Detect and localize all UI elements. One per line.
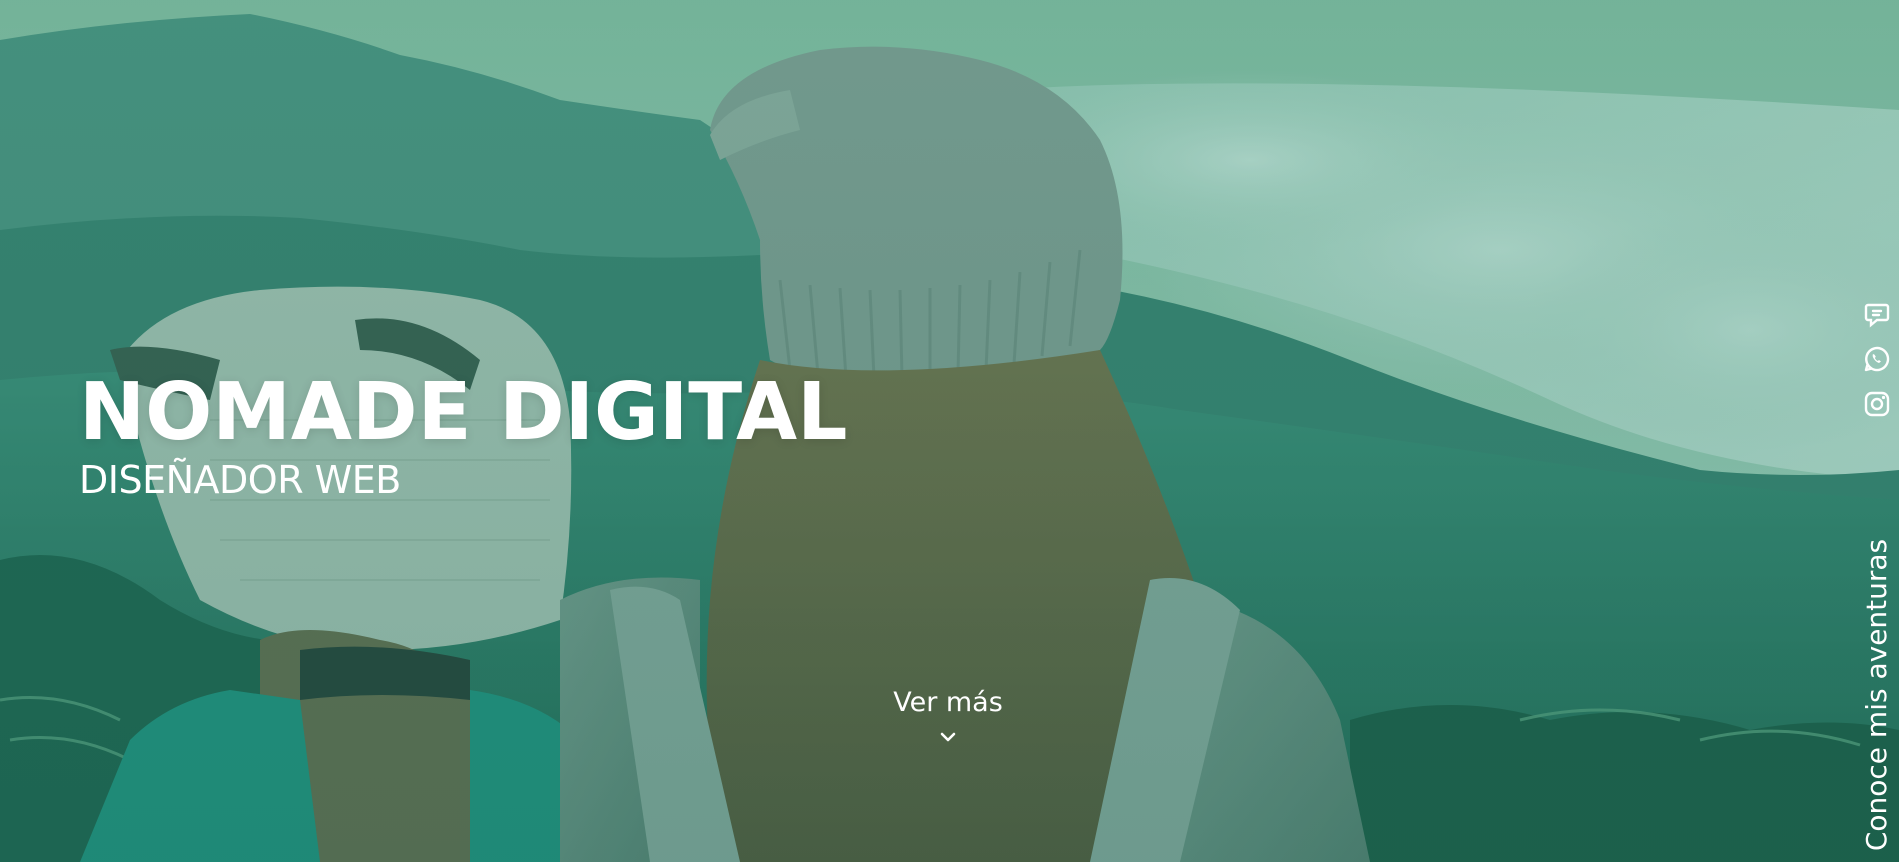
hero-text-block: NOMADE DIGITAL DISEÑADOR WEB xyxy=(79,366,848,502)
whatsapp-icon[interactable] xyxy=(1863,345,1891,373)
chat-icon[interactable] xyxy=(1863,300,1891,328)
social-sidebar: Conoce mis aventuras xyxy=(1855,290,1899,851)
social-caption: Conoce mis aventuras xyxy=(1860,538,1893,852)
hero-title: NOMADE DIGITAL xyxy=(79,366,848,458)
chevron-down-icon xyxy=(940,732,956,742)
hero-section: NOMADE DIGITAL DISEÑADOR WEB Ver más Con… xyxy=(0,0,1899,862)
hero-subtitle: DISEÑADOR WEB xyxy=(79,458,401,502)
instagram-icon[interactable] xyxy=(1863,390,1891,418)
scroll-down-link[interactable]: Ver más xyxy=(893,684,1003,746)
scroll-down-label: Ver más xyxy=(893,687,1003,718)
